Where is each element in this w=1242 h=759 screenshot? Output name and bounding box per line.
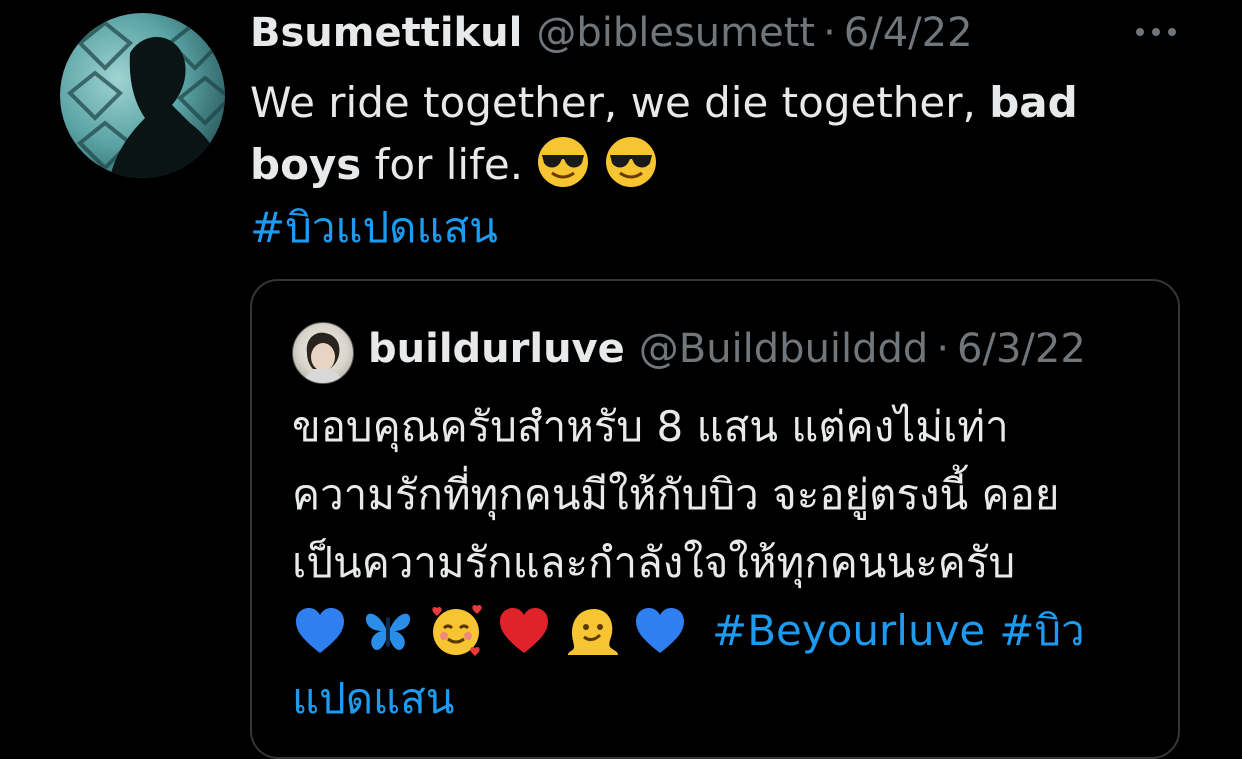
quoted-tweet-date[interactable]: 6/3/22 <box>957 326 1086 372</box>
separator-dot: · <box>823 10 836 56</box>
separator-dot: · <box>936 326 950 372</box>
tweet-hashtag-line: #บิวแปดแสน <box>250 197 498 259</box>
red-heart-emoji <box>496 603 552 659</box>
hashtag-link[interactable]: #บิว <box>999 597 1084 665</box>
tweet-text-part: We ride together, we die together, <box>250 78 990 127</box>
tweet-date[interactable]: 6/4/22 <box>844 10 973 56</box>
quoted-tweet-text: ขอบคุณครับสำหรับ 8 แสน แต่คงไม่เท่า ความ… <box>292 393 1152 733</box>
hashtag-link[interactable]: #บิวแปดแสน <box>250 203 498 252</box>
blue-heart-emoji <box>632 603 688 659</box>
quoted-text-line: ความรักที่ทุกคนมีให้กับบิว จะอยู่ตรงนี้ … <box>292 470 1060 519</box>
quoted-text-line: ขอบคุณครับสำหรับ 8 แสน แต่คงไม่เท่า <box>292 402 1009 451</box>
quoted-tweet-header: buildurluve @Buildbuilddd · 6/3/22 <box>368 326 1086 372</box>
author-handle[interactable]: @biblesumett <box>536 10 815 56</box>
quoted-text-line: เป็นความรักและกำลังใจให้ทุกคนนะครับ <box>292 538 1016 587</box>
hashtag-link[interactable]: #Beyourluve <box>712 597 985 665</box>
melting-face-emoji <box>564 603 620 659</box>
author-avatar[interactable] <box>60 13 225 178</box>
author-display-name[interactable]: Bsumettikul <box>250 10 522 56</box>
sunglasses-emoji <box>604 135 658 189</box>
smiling-face-hearts-emoji <box>428 603 484 659</box>
tweet-text-bold: bad <box>989 78 1078 127</box>
tweet-text-bold: boys <box>250 140 362 189</box>
blue-heart-emoji <box>292 603 348 659</box>
avatar-image <box>67 20 225 178</box>
quoted-author-display-name[interactable]: buildurluve <box>368 326 625 372</box>
more-horizontal-icon[interactable] <box>1132 20 1180 44</box>
quoted-author-handle[interactable]: @Buildbuilddd <box>639 326 929 372</box>
hashtag-link-continuation[interactable]: แปดแสน <box>292 665 1152 733</box>
tweet-text: We ride together, we die together, bad b… <box>250 72 1150 196</box>
sunglasses-emoji <box>536 135 590 189</box>
quoted-emoji-line: #Beyourluve #บิว <box>292 597 1152 665</box>
quoted-author-avatar[interactable] <box>292 322 354 384</box>
tweet-header: Bsumettikul @biblesumett · 6/4/22 <box>250 10 973 60</box>
tweet-text-part: for life. <box>361 140 524 189</box>
butterfly-emoji <box>360 603 416 659</box>
quoted-tweet-card[interactable]: buildurluve @Buildbuilddd · 6/3/22 ขอบคุ… <box>250 279 1180 759</box>
